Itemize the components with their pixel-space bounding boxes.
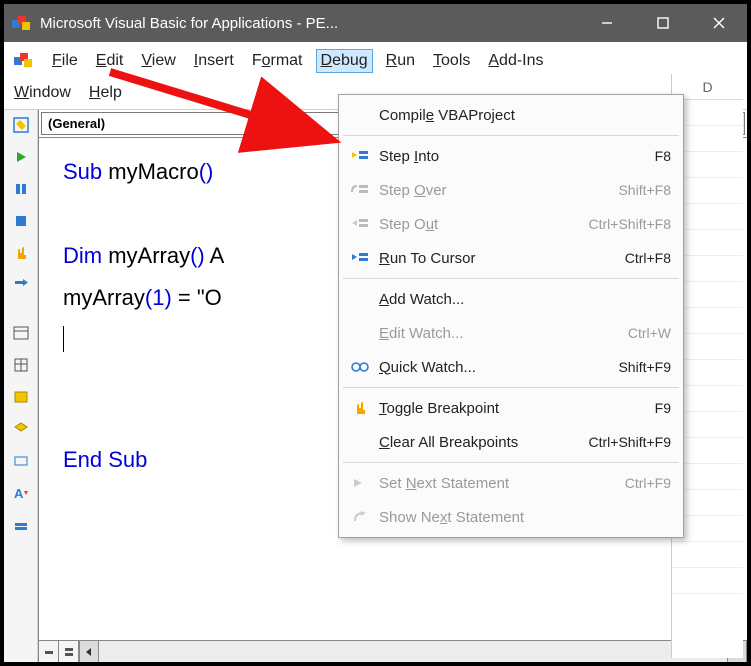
menu-step-out: Step Out Ctrl+Shift+F8 (339, 207, 683, 241)
code-paren: (1) (145, 285, 172, 310)
debug-menu: Compile VBAProject Step Into F8 Step Ove… (338, 94, 684, 538)
menu-edit-watch: Edit Watch... Ctrl+W (339, 316, 683, 350)
left-toolbar: A (4, 110, 38, 662)
menu-separator (343, 278, 679, 279)
menu-compile[interactable]: Compile VBAProject (339, 98, 683, 132)
menu-item-label: Step Over (373, 182, 618, 199)
menu-quick-watch[interactable]: Quick Watch... Shift+F9 (339, 350, 683, 384)
shortcut: Shift+F9 (618, 359, 671, 375)
step-out-icon (347, 216, 373, 232)
menu-item-label: Set Next Statement (373, 475, 625, 492)
font-icon[interactable]: A (10, 482, 32, 504)
horizontal-scrollbar[interactable] (39, 640, 747, 662)
menu-addins[interactable]: Add-Ins (484, 50, 547, 72)
menu-tools[interactable]: Tools (429, 50, 474, 72)
toolbox-icon[interactable] (10, 418, 32, 440)
shortcut: F9 (655, 400, 671, 416)
close-button[interactable] (691, 4, 747, 42)
menu-item-label: Toggle Breakpoint (373, 400, 655, 417)
step-into-icon (347, 148, 373, 164)
menu-add-watch[interactable]: Add Watch... (339, 282, 683, 316)
menu-separator (343, 462, 679, 463)
code-keyword: End Sub (63, 447, 147, 472)
menu-view[interactable]: View (137, 50, 179, 72)
menu-run[interactable]: Run (382, 50, 419, 72)
shortcut: Ctrl+Shift+F8 (589, 216, 671, 232)
show-next-icon (347, 510, 373, 524)
hand-icon[interactable] (10, 242, 32, 264)
code-text: myMacro (102, 159, 199, 184)
menu-step-over: Step Over Shift+F8 (339, 173, 683, 207)
code-text: myArray (102, 243, 190, 268)
shortcut: Ctrl+W (628, 325, 671, 341)
menu-format[interactable]: Format (248, 50, 307, 72)
text-caret (63, 326, 64, 352)
menu-clear-breakpoints[interactable]: Clear All Breakpoints Ctrl+Shift+F9 (339, 425, 683, 459)
code-paren: () (190, 243, 205, 268)
menu-set-next-statement: Set Next Statement Ctrl+F9 (339, 466, 683, 500)
object-browser-icon[interactable] (10, 386, 32, 408)
watch-icon[interactable] (10, 450, 32, 472)
scroll-track[interactable] (99, 641, 727, 662)
menu-separator (343, 135, 679, 136)
scroll-right-icon[interactable] (727, 641, 747, 662)
menu-step-into[interactable]: Step Into F8 (339, 139, 683, 173)
full-module-view-icon[interactable] (59, 641, 79, 662)
object-dropdown-value: (General) (48, 116, 105, 131)
code-keyword: Sub (63, 159, 102, 184)
titlebar: Microsoft Visual Basic for Applications … (4, 4, 747, 42)
chevron-down-icon[interactable] (726, 113, 744, 134)
window-title: Microsoft Visual Basic for Applications … (40, 15, 579, 32)
stop-icon[interactable] (10, 210, 32, 232)
menu-item-label: Add Watch... (373, 291, 671, 308)
menu-run-to-cursor[interactable]: Run To Cursor Ctrl+F8 (339, 241, 683, 275)
step-icon[interactable] (10, 274, 32, 296)
menu-item-label: Show Next Statement (373, 509, 671, 526)
menu-edit[interactable]: Edit (92, 50, 128, 72)
menu-item-label: Step Out (373, 216, 589, 233)
menu-item-label: Run To Cursor (373, 250, 625, 267)
glasses-icon (347, 361, 373, 373)
project-explorer-icon[interactable] (10, 322, 32, 344)
run-icon[interactable] (10, 146, 32, 168)
minimize-button[interactable] (579, 4, 635, 42)
scroll-left-icon[interactable] (79, 641, 99, 662)
menu-insert[interactable]: Insert (190, 50, 238, 72)
vba-app-icon (10, 12, 32, 34)
bookmark-icon[interactable] (10, 514, 32, 536)
menu-item-label: Compile VBAProject (373, 107, 671, 124)
menu-window[interactable]: Window (10, 82, 75, 104)
shortcut: Ctrl+Shift+F9 (589, 434, 671, 450)
run-to-cursor-icon (347, 250, 373, 266)
menu-toggle-breakpoint[interactable]: Toggle Breakpoint F9 (339, 391, 683, 425)
code-keyword: Dim (63, 243, 102, 268)
shortcut: Ctrl+F9 (625, 475, 671, 491)
menu-item-label: Edit Watch... (373, 325, 628, 342)
code-text: A (205, 243, 225, 268)
code-paren: () (199, 159, 214, 184)
menu-item-label: Quick Watch... (373, 359, 618, 376)
menu-item-label: Step Into (373, 148, 655, 165)
design-mode-icon[interactable] (10, 114, 32, 136)
menu-help[interactable]: Help (85, 82, 126, 104)
menu-show-next-statement: Show Next Statement (339, 500, 683, 534)
properties-icon[interactable] (10, 354, 32, 376)
procedure-view-icon[interactable] (39, 641, 59, 662)
menu-file[interactable]: File (48, 50, 82, 72)
menu-item-label: Clear All Breakpoints (373, 434, 589, 451)
menu-debug[interactable]: Debug (317, 50, 372, 72)
shortcut: F8 (655, 148, 671, 164)
code-text: myArray (63, 285, 145, 310)
hand-icon (347, 400, 373, 416)
code-text: = "O (172, 285, 222, 310)
maximize-button[interactable] (635, 4, 691, 42)
menu-separator (343, 387, 679, 388)
excel-icon[interactable] (10, 49, 38, 73)
shortcut: Shift+F8 (618, 182, 671, 198)
pause-icon[interactable] (10, 178, 32, 200)
svg-text:A: A (14, 486, 24, 501)
step-over-icon (347, 182, 373, 198)
shortcut: Ctrl+F8 (625, 250, 671, 266)
set-next-icon (347, 476, 373, 490)
